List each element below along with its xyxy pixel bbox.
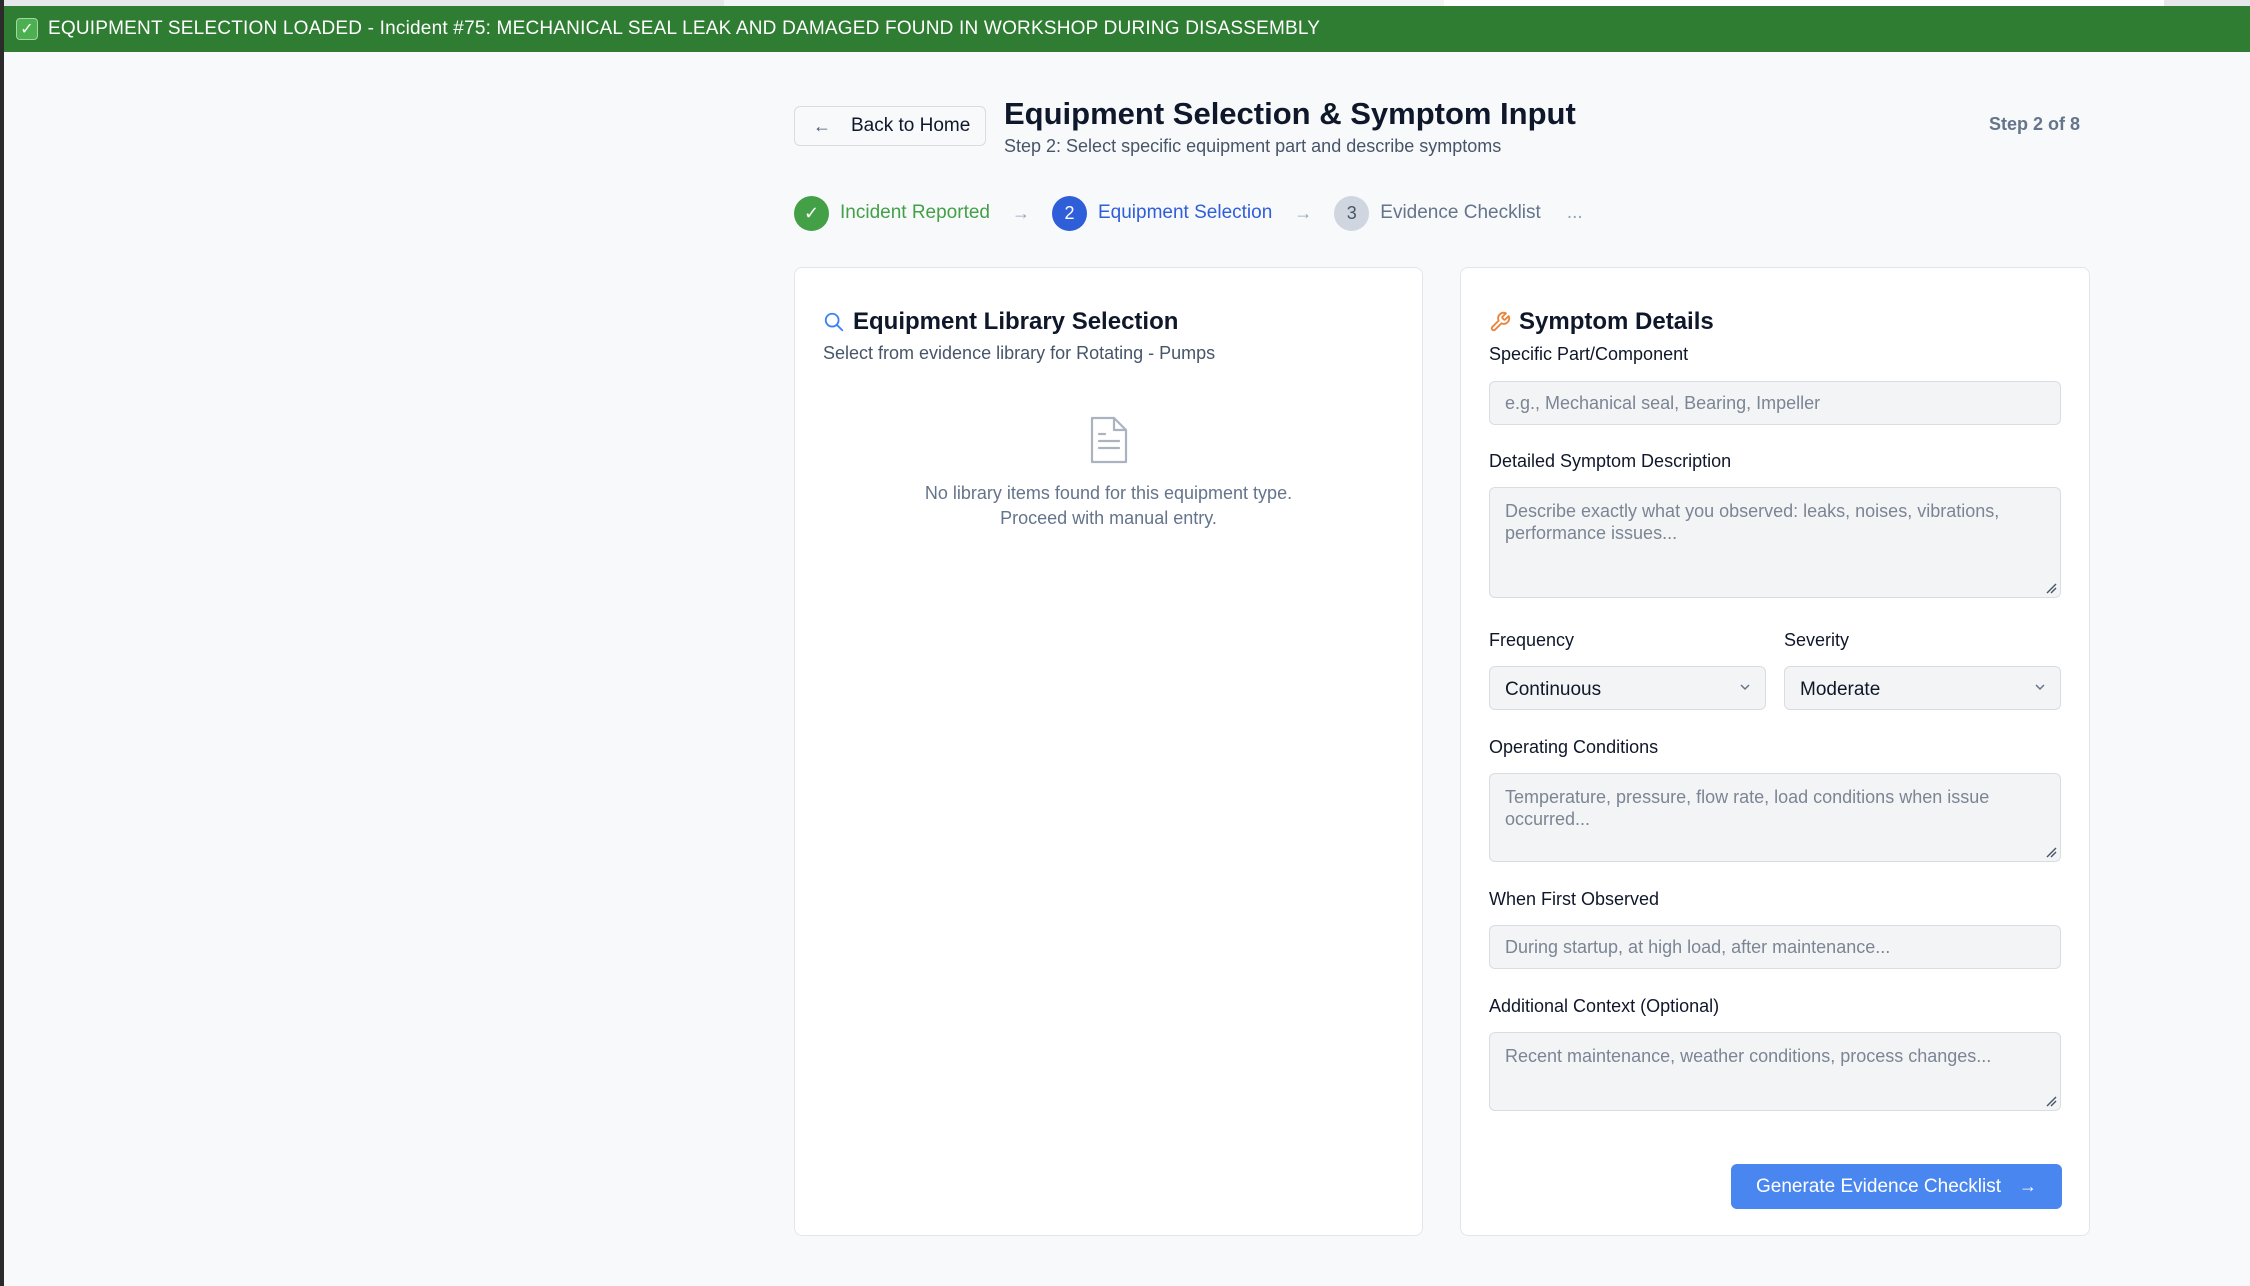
description-textarea[interactable]: Describe exactly what you observed: leak…: [1489, 487, 2061, 598]
back-button-label: Back to Home: [851, 115, 971, 136]
operating-conditions-placeholder: Temperature, pressure, flow rate, load c…: [1505, 787, 1990, 829]
step-label: Evidence Checklist: [1380, 202, 1541, 223]
page-title: Equipment Selection & Symptom Input: [1004, 96, 1576, 131]
description-placeholder: Describe exactly what you observed: leak…: [1505, 501, 2000, 543]
description-label: Detailed Symptom Description: [1489, 451, 1732, 471]
severity-label: Severity: [1784, 630, 1850, 650]
arrow-right-icon: →: [2019, 1176, 2037, 1196]
step-number: 3: [1334, 195, 1370, 231]
step-evidence-checklist[interactable]: 3 Evidence Checklist: [1334, 195, 1541, 231]
document-icon: [1090, 416, 1127, 464]
additional-context-textarea[interactable]: Recent maintenance, weather conditions, …: [1489, 1032, 2061, 1111]
wrench-icon: [1490, 311, 1511, 332]
page-header: ← Back to Home Equipment Selection & Sym…: [794, 52, 2090, 162]
main-container: ← Back to Home Equipment Selection & Sym…: [794, 52, 2090, 1236]
arrow-left-icon: ←: [813, 115, 831, 136]
frequency-select[interactable]: Continuous: [1489, 666, 1766, 710]
empty-message-line1: No library items found for this equipmen…: [924, 483, 1293, 503]
step-incident-reported[interactable]: ✓ Incident Reported: [794, 195, 990, 231]
empty-message-line2: Proceed with manual entry.: [1000, 508, 1217, 528]
chevron-down-icon: [2035, 684, 2045, 691]
generate-button-label: Generate Evidence Checklist: [1755, 1175, 2001, 1197]
library-title: Equipment Library Selection: [823, 308, 1178, 336]
frequency-value: Continuous: [1505, 679, 1602, 700]
operating-conditions-textarea[interactable]: Temperature, pressure, flow rate, load c…: [1489, 773, 2061, 862]
part-label: Specific Part/Component: [1489, 344, 1689, 364]
operating-conditions-label: Operating Conditions: [1489, 737, 1659, 757]
status-banner: ✓ EQUIPMENT SELECTION LOADED - Incident …: [4, 6, 2250, 52]
step-check-icon: ✓: [794, 195, 829, 231]
additional-context-placeholder: Recent maintenance, weather conditions, …: [1505, 1046, 1992, 1066]
library-subtitle: Select from evidence library for Rotatin…: [823, 343, 1216, 363]
check-box-icon: ✓: [16, 18, 38, 40]
severity-select[interactable]: Moderate: [1784, 666, 2061, 710]
progress-stepper: ✓ Incident Reported → 2 Equipment Select…: [794, 193, 1583, 233]
first-observed-input[interactable]: During startup, at high load, after main…: [1489, 925, 2061, 969]
window-left-edge: [0, 0, 4, 1286]
part-input[interactable]: e.g., Mechanical seal, Bearing, Impeller: [1489, 381, 2061, 425]
resize-handle-icon[interactable]: [2045, 582, 2057, 594]
arrow-right-icon: →: [1294, 202, 1313, 223]
step-label: Equipment Selection: [1098, 202, 1273, 223]
more-steps-ellipsis: ...: [1566, 202, 1583, 223]
additional-context-label: Additional Context (Optional): [1489, 996, 1720, 1016]
frequency-label: Frequency: [1489, 630, 1575, 650]
resize-handle-icon[interactable]: [2045, 1095, 2057, 1107]
symptom-title-text: Symptom Details: [1519, 308, 1714, 335]
arrow-right-icon: →: [1012, 202, 1030, 223]
library-title-text: Equipment Library Selection: [853, 308, 1179, 335]
banner-text: EQUIPMENT SELECTION LOADED - Incident #7…: [48, 18, 1321, 39]
page-subtitle: Step 2: Select specific equipment part a…: [1004, 136, 1502, 156]
first-observed-label: When First Observed: [1489, 889, 1660, 909]
symptom-title: Symptom Details: [1489, 308, 1714, 336]
equipment-library-card: Equipment Library Selection Select from …: [794, 267, 1423, 1236]
library-empty-state: No library items found for this equipmen…: [795, 415, 1422, 531]
step-label: Incident Reported: [840, 202, 990, 223]
symptom-details-card: Symptom Details Specific Part/Component …: [1460, 267, 2090, 1236]
step-badge: Step 2 of 8: [1988, 114, 2080, 134]
chevron-down-icon: [1740, 684, 1750, 691]
severity-value: Moderate: [1800, 679, 1881, 700]
resize-handle-icon[interactable]: [2045, 846, 2057, 858]
generate-evidence-checklist-button[interactable]: Generate Evidence Checklist →: [1731, 1164, 2062, 1209]
search-icon: [824, 312, 844, 332]
back-to-home-button[interactable]: ← Back to Home: [794, 106, 986, 146]
step-equipment-selection[interactable]: 2 Equipment Selection: [1052, 195, 1273, 231]
step-number: 2: [1052, 195, 1087, 231]
